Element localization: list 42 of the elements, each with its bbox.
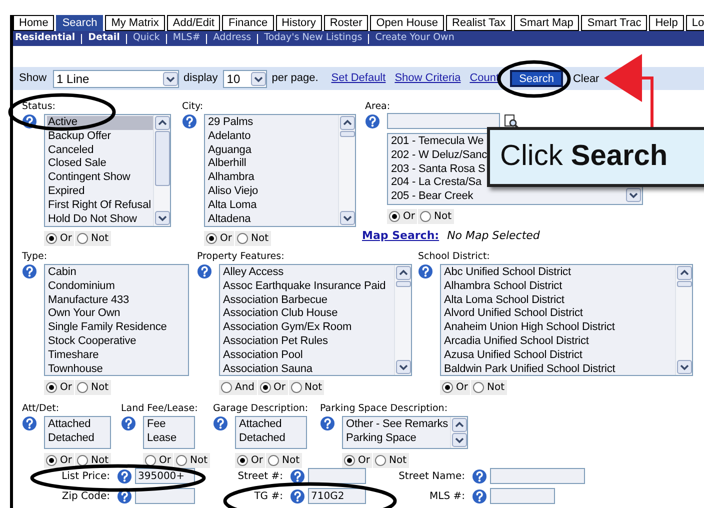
radio-label: Not [90,381,109,395]
field-label: TG #: [253,490,284,504]
field-label: Status: [22,100,56,113]
radio-label: Not [250,232,269,246]
radio-label: Or [274,381,286,395]
radio-label: Not [304,381,322,395]
field-label: Street Name: [398,470,466,484]
field-label: Area: [365,100,390,113]
radio-label: Or [60,232,72,246]
map-status: No Map Selected [447,228,540,244]
field-label: Type: [22,250,48,263]
radio-label: Or [251,454,263,468]
radio-label: Not [90,454,109,468]
display-label: display [184,71,218,86]
field-label: Parking Space Description: [320,402,448,415]
radio-label: Or [60,381,72,395]
radio-label: Not [90,232,109,246]
radio-label: Not [190,454,208,468]
show-label: Show [19,71,47,86]
radio-label: Or [358,454,370,468]
per-page-label: per page. [272,71,318,86]
radio-label: Or [220,232,232,246]
field-label: MLS #: [428,490,466,504]
radio-label: Or [60,454,72,468]
field-label: Garage Description: [213,402,308,415]
radio-label: Not [486,381,505,395]
field-label: School District: [418,250,490,263]
field-label: Land Fee/Lease: [121,402,198,415]
field-label: List Price: [60,470,111,484]
radio-label: Not [282,454,300,468]
radio-label: Or [403,210,415,224]
radio-label: Or [159,454,171,468]
callout-text: Click Search [500,139,668,174]
field-label: Property Features: [197,250,284,263]
field-label: City: [182,100,204,113]
radio-label: Not [388,454,407,468]
radio-label: Not [434,210,452,224]
field-label: Zip Code: [60,490,111,504]
field-label: Street #: [236,470,284,484]
radio-label: Or [456,381,468,395]
radio-label: And [235,381,255,395]
field-label: Att/Det: [22,402,60,415]
